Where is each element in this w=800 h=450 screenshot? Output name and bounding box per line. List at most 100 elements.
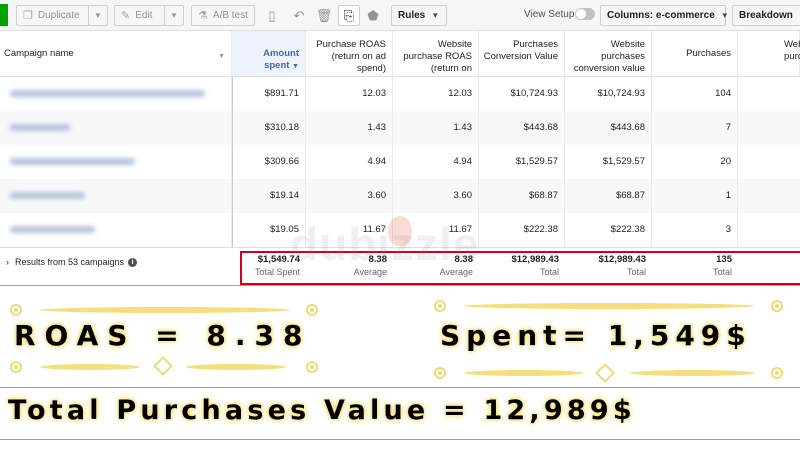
purchases-cell: 1 bbox=[652, 179, 738, 213]
chevron-down-icon: ▼ bbox=[720, 11, 729, 20]
ornament-spindle bbox=[186, 364, 286, 370]
ornament-circle bbox=[10, 304, 22, 316]
duplicate-button[interactable]: ❐ Duplicate bbox=[16, 5, 92, 26]
ab-test-button[interactable]: ⚗ A/B test bbox=[191, 5, 255, 26]
spent-headline: Spent= 1,549$ bbox=[440, 319, 752, 352]
ornament-circle bbox=[434, 367, 446, 379]
divider-line bbox=[0, 285, 800, 286]
website-purchase-roas-cell: 12.03 bbox=[393, 77, 479, 111]
campaign-table: Campaign name ▼ Amount spent ▼ Purchase … bbox=[0, 31, 800, 295]
edit-dropdown-button[interactable]: ▼ bbox=[164, 5, 184, 26]
chevron-right-icon: › bbox=[6, 257, 9, 267]
table-row[interactable]: $310.18 1.43 1.43 $443.68 $443.68 7 bbox=[0, 111, 800, 145]
column-header-website-purchases[interactable]: Web purcha bbox=[738, 31, 800, 77]
chart-icon[interactable]: ⎘ bbox=[338, 5, 360, 26]
amount-spent-cell: $891.71 bbox=[232, 77, 306, 111]
campaign-name-redacted[interactable] bbox=[0, 179, 232, 213]
table-row[interactable]: $19.14 3.60 3.60 $68.87 $68.87 1 bbox=[0, 179, 800, 213]
ornament-spindle bbox=[464, 370, 584, 376]
purchase-roas-cell: 11.67 bbox=[306, 213, 393, 247]
results-summary-row: › Results from 53 campaigns i $1,549.74 … bbox=[0, 247, 800, 285]
purchases-cell: 20 bbox=[652, 145, 738, 179]
edit-button[interactable]: ✎ Edit bbox=[114, 5, 166, 26]
amount-spent-cell: $309.66 bbox=[232, 145, 306, 179]
table-row[interactable]: $891.71 12.03 12.03 $10,724.93 $10,724.9… bbox=[0, 77, 800, 111]
info-icon[interactable]: i bbox=[128, 257, 138, 267]
ornament-circle bbox=[771, 300, 783, 312]
purchases-conversion-value-cell: $222.38 bbox=[479, 213, 565, 247]
delete-icon[interactable]: 🗑 bbox=[313, 5, 335, 26]
ornament-spindle bbox=[630, 370, 755, 376]
ornament-spindle bbox=[464, 303, 754, 309]
chevron-down-icon: ▼ bbox=[431, 11, 440, 20]
view-setup-toggle[interactable] bbox=[575, 8, 595, 20]
highlight-box bbox=[240, 251, 800, 285]
trash-icon[interactable]: ▯ bbox=[261, 5, 283, 26]
campaign-name-redacted[interactable] bbox=[0, 145, 232, 179]
amount-spent-cell: $19.05 bbox=[232, 213, 306, 247]
column-header-website-purchase-roas[interactable]: Website purchase ROAS (return on bbox=[393, 31, 479, 77]
column-header-amount-spent[interactable]: Amount spent ▼ bbox=[232, 31, 306, 77]
ornament-diamond bbox=[153, 356, 173, 376]
purchases-cell: 3 bbox=[652, 213, 738, 247]
ornament-circle bbox=[306, 361, 318, 373]
campaign-name-redacted[interactable] bbox=[0, 77, 232, 111]
website-purchase-roas-cell: 3.60 bbox=[393, 179, 479, 213]
rules-button[interactable]: Rules ▼ bbox=[391, 5, 447, 26]
divider-line bbox=[0, 439, 800, 440]
purchases-conversion-value-cell: $68.87 bbox=[479, 179, 565, 213]
table-row[interactable]: $309.66 4.94 4.94 $1,529.57 $1,529.57 20 bbox=[0, 145, 800, 179]
purchases-conversion-value-cell: $1,529.57 bbox=[479, 145, 565, 179]
table-row[interactable]: $19.05 11.67 11.67 $222.38 $222.38 3 bbox=[0, 213, 800, 247]
breakdown-dropdown[interactable]: Breakdown ▼ bbox=[732, 5, 800, 26]
website-purchases-conversion-value-cell: $68.87 bbox=[565, 179, 652, 213]
campaign-name-redacted[interactable] bbox=[0, 213, 232, 247]
columns-dropdown[interactable]: Columns: e-commerce ▼ bbox=[600, 5, 729, 26]
ornament-circle bbox=[771, 367, 783, 379]
column-header-campaign-name[interactable]: Campaign name ▼ bbox=[0, 31, 232, 77]
ornament-circle bbox=[10, 361, 22, 373]
total-purchases-value-headline: Total Purchases Value = 12,989$ bbox=[8, 395, 636, 426]
purchases-conversion-value-cell: $10,724.93 bbox=[479, 77, 565, 111]
results-banner: ROAS = 8.38 Spent= 1,549$ Total Purchase… bbox=[0, 285, 800, 450]
campaign-name-redacted[interactable] bbox=[0, 111, 232, 145]
purchases-cell: 104 bbox=[652, 77, 738, 111]
website-purchases-conversion-value-cell: $443.68 bbox=[565, 111, 652, 145]
campaign-rows: $891.71 12.03 12.03 $10,724.93 $10,724.9… bbox=[0, 77, 800, 295]
pencil-icon: ✎ bbox=[121, 10, 131, 22]
column-header-website-purchases-conversion-value[interactable]: Website purchases conversion value bbox=[565, 31, 652, 77]
website-purchases-conversion-value-cell: $1,529.57 bbox=[565, 145, 652, 179]
ornament-spindle bbox=[40, 307, 290, 313]
ornament-spindle bbox=[40, 364, 140, 370]
results-summary-label[interactable]: › Results from 53 campaigns i bbox=[6, 257, 138, 267]
website-purchases-conversion-value-cell: $222.38 bbox=[565, 213, 652, 247]
purchase-roas-cell: 4.94 bbox=[306, 145, 393, 179]
undo-icon[interactable]: ↶ bbox=[288, 5, 310, 26]
amount-spent-cell: $310.18 bbox=[232, 111, 306, 145]
ornament-circle bbox=[306, 304, 318, 316]
ornament-diamond bbox=[595, 363, 615, 383]
ads-manager-toolbar: ❐ Duplicate ▼ ✎ Edit ▼ ⚗ A/B test ▯ ↶ 🗑 … bbox=[0, 0, 800, 31]
website-purchase-roas-cell: 11.67 bbox=[393, 213, 479, 247]
divider-line bbox=[0, 387, 800, 388]
purchases-conversion-value-cell: $443.68 bbox=[479, 111, 565, 145]
purchase-roas-cell: 1.43 bbox=[306, 111, 393, 145]
column-header-purchases-conversion-value[interactable]: Purchases Conversion Value bbox=[479, 31, 565, 77]
purchase-roas-cell: 12.03 bbox=[306, 77, 393, 111]
website-purchase-roas-cell: 4.94 bbox=[393, 145, 479, 179]
website-purchases-conversion-value-cell: $10,724.93 bbox=[565, 77, 652, 111]
duplicate-dropdown-button[interactable]: ▼ bbox=[88, 5, 108, 26]
chevron-down-icon: ▼ bbox=[218, 53, 225, 60]
column-header-purchases[interactable]: Purchases bbox=[652, 31, 738, 77]
tag-icon[interactable]: ⬟ bbox=[362, 5, 384, 26]
purchase-roas-cell: 3.60 bbox=[306, 179, 393, 213]
view-setup-label: View Setup bbox=[524, 9, 575, 20]
website-purchase-roas-cell: 1.43 bbox=[393, 111, 479, 145]
column-header-purchase-roas[interactable]: Purchase ROAS (return on ad spend) bbox=[306, 31, 393, 77]
flask-icon: ⚗ bbox=[198, 10, 208, 22]
purchases-cell: 7 bbox=[652, 111, 738, 145]
copy-icon: ❐ bbox=[23, 10, 33, 22]
sort-descending-icon: ▼ bbox=[292, 63, 299, 70]
status-indicator bbox=[0, 4, 8, 26]
roas-headline: ROAS = 8.38 bbox=[14, 319, 312, 352]
